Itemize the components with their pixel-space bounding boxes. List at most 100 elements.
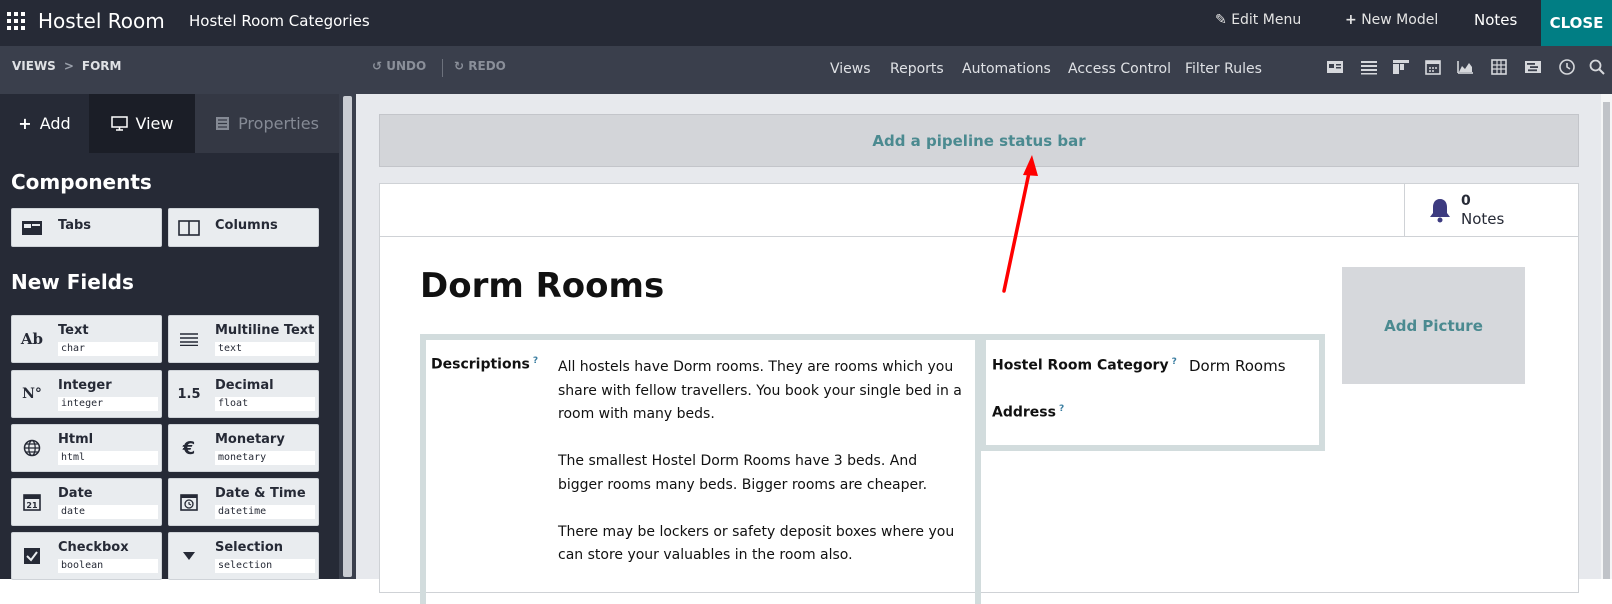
field-date-time[interactable]: Date & Time datetime [168, 478, 319, 526]
sidebar-tabs: + Add View Properties [0, 94, 339, 153]
euro-icon: € [182, 437, 196, 459]
button-box: 0 Notes [380, 184, 1578, 237]
activity-icon[interactable] [1558, 58, 1578, 78]
component-tabs[interactable]: Tabs [11, 208, 162, 247]
gantt-icon[interactable] [1524, 58, 1544, 78]
help-tooltip-icon[interactable]: ? [533, 356, 538, 366]
field-date[interactable]: 21 Date date [11, 478, 162, 526]
add-picture-button[interactable]: Add Picture [1342, 267, 1525, 384]
field-type: float [215, 397, 315, 411]
descriptions-value[interactable]: All hostels have Dorm rooms. They are ro… [558, 356, 963, 591]
nav-filter-rules[interactable]: Filter Rules [1185, 61, 1262, 77]
field-label: Date [58, 486, 93, 501]
field-checkbox[interactable]: Checkbox boolean [11, 532, 162, 580]
checkbox-icon [12, 533, 52, 579]
new-fields-heading: New Fields [11, 270, 134, 294]
category-group[interactable]: Hostel Room Category? Dorm Rooms Address… [980, 334, 1325, 451]
tab-add[interactable]: + Add [0, 94, 89, 153]
description-group[interactable]: Descriptions? All hostels have Dorm room… [420, 334, 981, 604]
redo-button[interactable]: ↻ REDO [454, 59, 506, 73]
field-type: boolean [58, 559, 158, 573]
field-type: monetary [215, 451, 315, 465]
field-type: datetime [215, 505, 315, 519]
description-paragraph: There may be lockers or safety deposit b… [558, 523, 955, 564]
component-columns[interactable]: Columns [168, 208, 319, 247]
breadcrumb-views[interactable]: VIEWS [12, 59, 56, 73]
field-label: Text [58, 323, 89, 338]
field-html[interactable]: Html html [11, 424, 162, 472]
model-title[interactable]: Hostel Room Categories [189, 12, 370, 30]
dashboard-icon[interactable] [1392, 58, 1412, 78]
nav-views[interactable]: Views [830, 61, 871, 77]
sidebar-scrollbar[interactable] [339, 94, 356, 579]
field-selection[interactable]: Selection selection [168, 532, 319, 580]
tab-properties-label: Properties [238, 114, 319, 133]
tab-add-label: Add [39, 114, 71, 133]
tab-view[interactable]: View [89, 94, 195, 153]
address-label: Address? [992, 404, 1064, 421]
help-tooltip-icon[interactable]: ? [1059, 404, 1064, 414]
breadcrumb: VIEWS > FORM [12, 59, 121, 73]
add-pipeline-status-bar[interactable]: Add a pipeline status bar [379, 114, 1579, 167]
apps-menu-icon[interactable] [7, 12, 25, 30]
field-text[interactable]: Ab Text char [11, 315, 162, 363]
notes-button[interactable]: Notes [1474, 11, 1517, 29]
canvas-scrollbar[interactable] [1601, 94, 1612, 579]
field-label: Checkbox [58, 540, 129, 555]
notes-smart-button[interactable]: 0 Notes [1404, 184, 1578, 236]
calendar-icon: 21 [12, 479, 52, 525]
edit-menu-label: Edit Menu [1231, 12, 1302, 28]
kanban-icon[interactable] [1326, 58, 1346, 78]
calendar-icon[interactable] [1424, 58, 1444, 78]
close-button[interactable]: CLOSE [1541, 0, 1612, 46]
help-tooltip-icon[interactable]: ? [1172, 357, 1177, 367]
field-type: date [58, 505, 158, 519]
address-label-text: Address [992, 404, 1056, 421]
form-sheet: 0 Notes Dorm Rooms Add Picture Descripti… [379, 183, 1579, 604]
component-label: Columns [215, 218, 278, 233]
list-icon[interactable] [1360, 58, 1380, 78]
undo-button[interactable]: ↺ UNDO [372, 59, 426, 73]
nav-reports[interactable]: Reports [890, 61, 944, 77]
tab-view-label: View [135, 114, 174, 133]
new-model-label: New Model [1361, 12, 1439, 28]
descriptions-label: Descriptions? [431, 356, 538, 373]
studio-sidebar: + Add View Properties Components Tabs Col… [0, 94, 339, 580]
undo-label: UNDO [386, 59, 427, 73]
pivot-icon[interactable] [1490, 58, 1510, 78]
new-model-button[interactable]: + New Model [1345, 12, 1438, 28]
properties-icon [216, 117, 230, 130]
record-title[interactable]: Dorm Rooms [420, 266, 664, 306]
field-label: Decimal [215, 378, 274, 393]
plus-icon: + [18, 114, 32, 133]
nav-access-control[interactable]: Access Control [1068, 61, 1171, 77]
field-monetary[interactable]: € Monetary monetary [168, 424, 319, 472]
text-field-icon: Ab [20, 330, 44, 348]
monitor-icon [110, 116, 128, 131]
component-label: Tabs [58, 218, 92, 233]
undo-icon: ↺ [372, 59, 383, 73]
edit-menu-button[interactable]: ✎ Edit Menu [1215, 12, 1301, 28]
field-decimal[interactable]: 1.5 Decimal float [168, 370, 319, 418]
field-label: Date & Time [215, 486, 306, 501]
canvas-scroll-thumb[interactable] [1603, 102, 1610, 579]
field-multiline-text[interactable]: Multiline Text text [168, 315, 319, 363]
divider [442, 59, 443, 77]
sidebar-scroll-thumb[interactable] [343, 96, 352, 577]
tab-properties[interactable]: Properties [195, 94, 339, 153]
app-title[interactable]: Hostel Room [38, 9, 165, 33]
field-type: integer [58, 397, 158, 411]
field-label: Monetary [215, 432, 285, 447]
hostel-room-category-label: Hostel Room Category? [992, 357, 1177, 374]
field-integer[interactable]: N° Integer integer [11, 370, 162, 418]
top-navbar: Hostel Room Hostel Room Categories ✎ Edi… [0, 0, 1612, 46]
descriptions-label-text: Descriptions [431, 356, 530, 373]
components-heading: Components [11, 170, 152, 194]
field-label: Selection [215, 540, 284, 555]
search-icon[interactable] [1588, 58, 1608, 78]
graph-icon[interactable] [1456, 58, 1476, 78]
hostel-room-category-value[interactable]: Dorm Rooms [1189, 357, 1286, 375]
redo-icon: ↻ [454, 59, 465, 73]
field-label: Multiline Text [215, 323, 315, 338]
nav-automations[interactable]: Automations [962, 61, 1051, 77]
